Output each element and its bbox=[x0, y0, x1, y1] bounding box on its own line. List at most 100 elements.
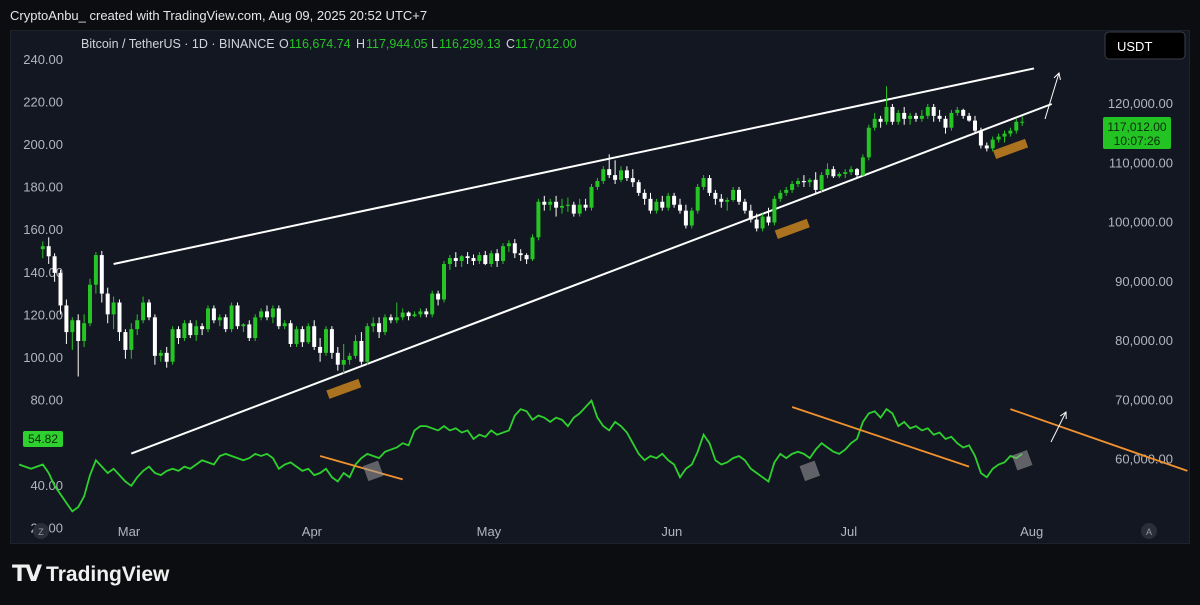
candle-body bbox=[784, 189, 789, 193]
chart-panel[interactable]: 240.00 220.00 200.00 180.00 160.00 140.00 120.… bbox=[10, 30, 1190, 544]
candle bbox=[872, 112, 877, 131]
candle bbox=[489, 250, 494, 267]
support-touch-marker bbox=[326, 378, 362, 399]
legend-low-label: L bbox=[431, 37, 438, 51]
candle bbox=[619, 166, 623, 183]
candle-body bbox=[294, 329, 299, 344]
candle-body bbox=[64, 305, 69, 333]
x-axis-tick: Jul bbox=[840, 524, 857, 539]
candle bbox=[40, 241, 45, 259]
candle bbox=[666, 192, 671, 211]
candle-body bbox=[200, 326, 205, 330]
channel-upper-line bbox=[113, 67, 1035, 265]
candle-body bbox=[477, 255, 482, 262]
candle bbox=[188, 320, 193, 339]
candle bbox=[790, 181, 795, 193]
candle-body bbox=[105, 293, 110, 315]
candle-body bbox=[683, 210, 688, 226]
candle bbox=[76, 314, 81, 377]
candle-body bbox=[943, 118, 948, 128]
currency-button[interactable]: USDT bbox=[1104, 31, 1186, 60]
candle bbox=[495, 249, 500, 267]
candle bbox=[890, 104, 895, 125]
candle-body bbox=[483, 255, 488, 264]
candle bbox=[713, 189, 718, 205]
candle bbox=[518, 249, 523, 262]
candle-body bbox=[666, 195, 671, 208]
candle-body bbox=[176, 329, 181, 339]
auto-scale-button[interactable]: A bbox=[1141, 523, 1157, 539]
candle-body bbox=[506, 243, 511, 247]
candle bbox=[548, 198, 553, 211]
candle bbox=[294, 326, 299, 347]
candle bbox=[807, 178, 812, 187]
candle bbox=[772, 195, 777, 226]
candle-body bbox=[152, 317, 157, 356]
rsi-breakout-marker bbox=[1011, 449, 1033, 471]
candle-body bbox=[135, 320, 140, 330]
legend-open-value: 116,674.74 bbox=[289, 37, 351, 51]
candle bbox=[406, 311, 411, 321]
candle-body bbox=[978, 130, 983, 146]
candle-body bbox=[931, 106, 936, 116]
left-axis-tick: 240.00 bbox=[23, 52, 63, 67]
candle-body bbox=[825, 169, 830, 176]
candle-body bbox=[636, 182, 641, 193]
candle bbox=[158, 349, 163, 362]
candle-body bbox=[902, 112, 907, 119]
candle bbox=[400, 308, 405, 321]
candle bbox=[831, 166, 836, 179]
price-chart[interactable]: 240.00 220.00 200.00 180.00 160.00 140.00 120.… bbox=[11, 31, 1189, 543]
candle bbox=[571, 201, 576, 217]
candle-body bbox=[748, 210, 753, 220]
legend-low-value: 116,299.13 bbox=[439, 37, 501, 51]
candle bbox=[678, 198, 682, 214]
candle-body bbox=[247, 324, 252, 339]
candle bbox=[1002, 130, 1007, 143]
candle bbox=[978, 127, 983, 149]
candle-body bbox=[253, 317, 258, 339]
candle-body bbox=[737, 189, 741, 202]
candle-body bbox=[660, 201, 665, 208]
candle bbox=[589, 183, 594, 211]
candle-body bbox=[288, 323, 293, 344]
candle bbox=[949, 109, 954, 131]
candle bbox=[984, 142, 989, 152]
candle-body bbox=[270, 308, 275, 318]
candle-body bbox=[265, 311, 269, 318]
candle bbox=[46, 237, 51, 264]
candle bbox=[253, 314, 258, 341]
legend-close-value: 117,012.00 bbox=[515, 37, 577, 51]
candle-body bbox=[182, 323, 187, 339]
candle-body bbox=[312, 326, 317, 347]
x-axis-tick: Apr bbox=[302, 524, 323, 539]
legend-close-label: C bbox=[506, 37, 515, 51]
zoom-reset-button[interactable]: Z bbox=[33, 523, 49, 539]
right-axis-tick: 80,000.00 bbox=[1115, 333, 1173, 348]
candle-body bbox=[542, 201, 547, 205]
candle-body bbox=[117, 302, 122, 333]
candle bbox=[801, 175, 806, 187]
candle bbox=[813, 172, 818, 193]
candle-body bbox=[406, 312, 411, 317]
auto-scale-label: A bbox=[1146, 527, 1152, 537]
candle-body bbox=[442, 263, 446, 300]
tradingview-logo[interactable]: TV TradingView bbox=[12, 562, 169, 587]
candle-body bbox=[371, 323, 376, 327]
candle bbox=[707, 175, 712, 196]
candle-body bbox=[158, 352, 163, 356]
candle bbox=[577, 198, 582, 217]
candle bbox=[347, 352, 352, 365]
candle-body bbox=[46, 246, 51, 257]
candle bbox=[595, 178, 600, 190]
candle bbox=[453, 252, 458, 267]
candle bbox=[483, 250, 488, 266]
candle-body bbox=[672, 195, 677, 205]
candle-body bbox=[925, 106, 930, 116]
candle bbox=[796, 178, 800, 187]
candle-body bbox=[583, 204, 588, 208]
candle-body bbox=[554, 201, 559, 208]
candle-body bbox=[961, 109, 966, 116]
candle-body bbox=[1020, 121, 1025, 123]
candle-body bbox=[548, 201, 553, 205]
